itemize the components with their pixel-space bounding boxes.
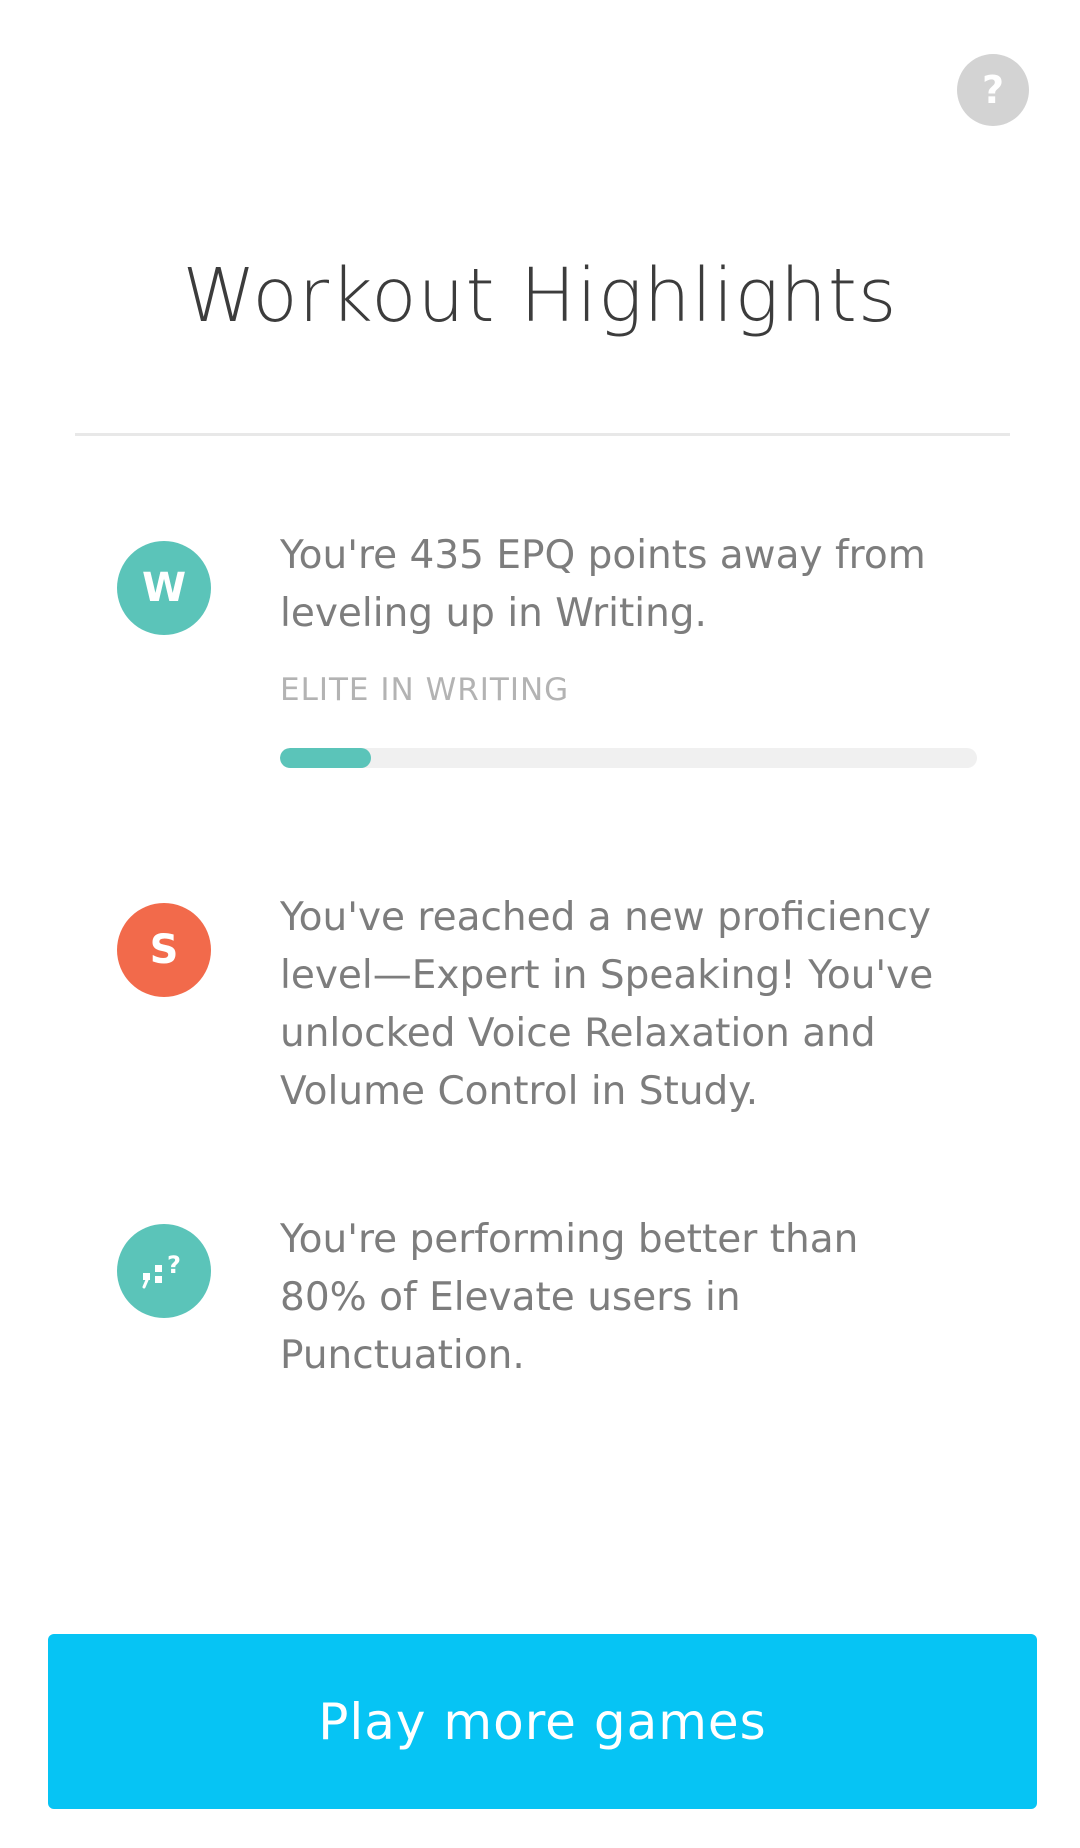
page-title: Workout Highlights — [182, 253, 898, 339]
punctuation-highlight-text: You're performing better than 80% of Ele… — [280, 1217, 859, 1378]
writing-highlight-text: You're 435 EPQ points away from leveling… — [280, 533, 926, 636]
punctuation-icon: ? — [142, 1251, 181, 1289]
question-mark-icon: ? — [981, 68, 1005, 112]
speaking-highlight-text: You've reached a new proficiency level—E… — [280, 895, 934, 1114]
writing-badge: W — [117, 541, 211, 635]
writing-level-label: ELITE IN WRITING — [280, 672, 570, 708]
help-button[interactable]: ? — [957, 54, 1029, 126]
writing-progress-bar — [280, 748, 977, 768]
play-more-games-button[interactable]: Play more games — [48, 1634, 1037, 1809]
divider — [75, 433, 1010, 436]
speaking-badge: S — [117, 903, 211, 997]
punctuation-badge: ? — [117, 1224, 211, 1318]
writing-progress-fill — [280, 748, 371, 768]
svg-text:?: ? — [167, 1251, 181, 1279]
